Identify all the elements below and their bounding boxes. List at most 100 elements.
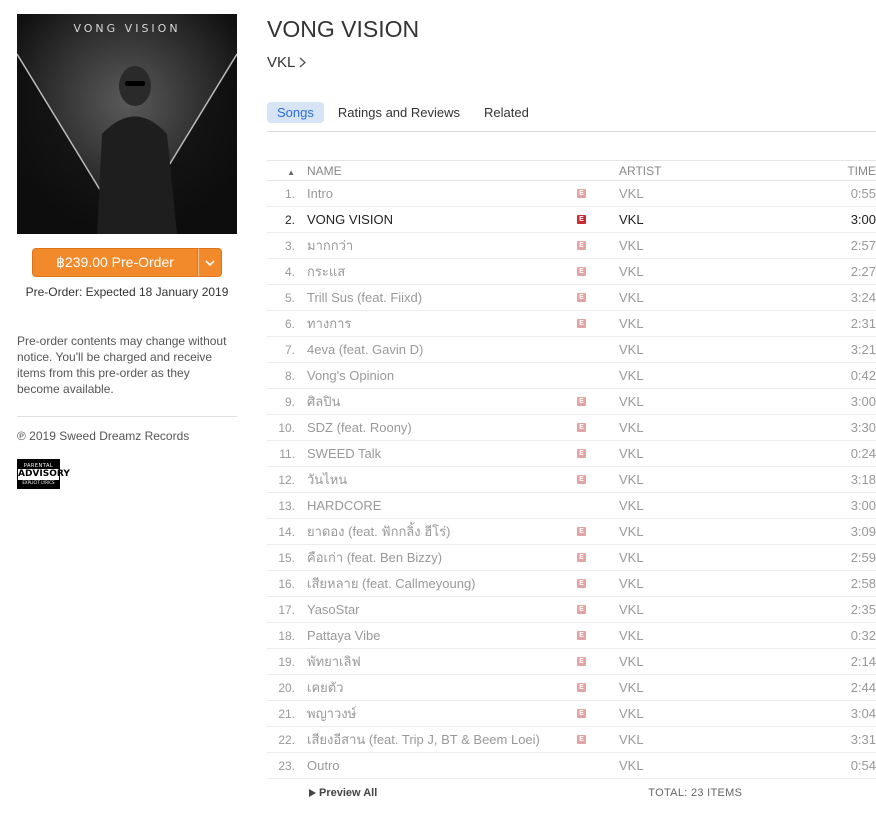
track-name[interactable]: Pattaya Vibe <box>307 628 577 643</box>
track-name[interactable]: HARDCORE <box>307 498 577 513</box>
track-row[interactable]: 20. เคยตัว E VKL 2:44 <box>267 675 876 701</box>
track-row[interactable]: 23. Outro VKL 0:54 <box>267 753 876 779</box>
track-row[interactable]: 12. วันไหน E VKL 3:18 <box>267 467 876 493</box>
track-artist[interactable]: VKL <box>619 498 819 513</box>
track-artist[interactable]: VKL <box>619 394 819 409</box>
track-name[interactable]: VONG VISION <box>307 212 577 227</box>
track-name[interactable]: คือเก่า (feat. Ben Bizzy) <box>307 547 577 568</box>
track-row[interactable]: 1. Intro E VKL 0:55 <box>267 181 876 207</box>
track-name[interactable]: วันไหน <box>307 469 577 490</box>
track-row[interactable]: 11. SWEED Talk E VKL 0:24 <box>267 441 876 467</box>
explicit-cell: E <box>577 631 619 640</box>
tab-songs[interactable]: Songs <box>267 102 324 123</box>
track-name[interactable]: SDZ (feat. Roony) <box>307 420 577 435</box>
track-time: 2:27 <box>850 264 876 279</box>
column-header-time[interactable]: TIME <box>819 164 876 178</box>
track-artist[interactable]: VKL <box>619 472 819 487</box>
column-header-artist[interactable]: ARTIST <box>619 164 819 178</box>
track-rows: 1. Intro E VKL 0:55 2. VONG VISION E VKL 3:00 3. มา… <box>267 181 876 779</box>
track-name[interactable]: Vong's Opinion <box>307 368 577 383</box>
track-row[interactable]: 4. กระแส E VKL 2:27 <box>267 259 876 285</box>
track-number: 3. <box>284 238 295 253</box>
track-name[interactable]: มากกว่า <box>307 235 577 256</box>
track-name[interactable]: พัทยาเลิฟ <box>307 651 577 672</box>
track-row[interactable]: 14. ยาดอง (feat. ฟักกลิ้ง ฮีโร่) E VKL 3:09 <box>267 519 876 545</box>
track-artist[interactable]: VKL <box>619 316 819 331</box>
artist-name: VKL <box>267 54 296 71</box>
track-row[interactable]: 5. Trill Sus (feat. Fiixd) E VKL 3:24 <box>267 285 876 311</box>
track-artist[interactable]: VKL <box>619 186 819 201</box>
track-name[interactable]: YasoStar <box>307 602 577 617</box>
column-header-name[interactable]: NAME <box>307 164 577 178</box>
track-time: 3:24 <box>850 290 876 305</box>
tab-related[interactable]: Related <box>474 102 539 123</box>
track-name[interactable]: ศิลปิน <box>307 391 577 412</box>
artist-link[interactable]: VKL <box>267 54 307 71</box>
track-artist[interactable]: VKL <box>619 446 819 461</box>
track-name[interactable]: SWEED Talk <box>307 446 577 461</box>
preorder-button-group: ฿239.00 Pre-Order <box>32 248 222 277</box>
track-artist[interactable]: VKL <box>619 342 819 357</box>
track-artist[interactable]: VKL <box>619 290 819 305</box>
track-row[interactable]: 8. Vong's Opinion VKL 0:42 <box>267 363 876 389</box>
track-number: 19. <box>278 654 295 669</box>
track-artist[interactable]: VKL <box>619 550 819 565</box>
track-row[interactable]: 19. พัทยาเลิฟ E VKL 2:14 <box>267 649 876 675</box>
track-number: 17. <box>278 602 295 617</box>
track-row[interactable]: 22. เสียงอีสาน (feat. Trip J, BT & Beem L… <box>267 727 876 753</box>
preorder-button[interactable]: ฿239.00 Pre-Order <box>32 248 198 277</box>
track-name[interactable]: Intro <box>307 186 577 201</box>
track-artist[interactable]: VKL <box>619 680 819 695</box>
track-artist[interactable]: VKL <box>619 654 819 669</box>
track-artist[interactable]: VKL <box>619 576 819 591</box>
track-number: 8. <box>284 368 295 383</box>
sort-column-header[interactable]: ▲ <box>267 164 307 178</box>
track-artist[interactable]: VKL <box>619 628 819 643</box>
track-name[interactable]: Trill Sus (feat. Fiixd) <box>307 290 577 305</box>
tab-ratings-and-reviews[interactable]: Ratings and Reviews <box>328 102 470 123</box>
track-artist[interactable]: VKL <box>619 524 819 539</box>
preorder-expected-date: Pre-Order: Expected 18 January 2019 <box>25 285 229 299</box>
track-name[interactable]: 4eva (feat. Gavin D) <box>307 342 577 357</box>
track-name[interactable]: กระแส <box>307 261 577 282</box>
advisory-line2: ADVISORY <box>18 469 70 480</box>
track-name[interactable]: ทางการ <box>307 313 577 334</box>
track-row[interactable]: 7. 4eva (feat. Gavin D) VKL 3:21 <box>267 337 876 363</box>
track-list: ▲ NAME ARTIST TIME 1. Intro E VKL 0:55 2. VONG… <box>267 160 876 779</box>
track-artist[interactable]: VKL <box>619 758 819 773</box>
track-artist[interactable]: VKL <box>619 732 819 747</box>
track-name[interactable]: Outro <box>307 758 577 773</box>
track-artist[interactable]: VKL <box>619 212 819 227</box>
track-artist[interactable]: VKL <box>619 602 819 617</box>
track-name[interactable]: ยาดอง (feat. ฟักกลิ้ง ฮีโร่) <box>307 521 577 542</box>
track-name[interactable]: เสียงอีสาน (feat. Trip J, BT & Beem Loei… <box>307 729 577 750</box>
track-row[interactable]: 6. ทางการ E VKL 2:31 <box>267 311 876 337</box>
track-artist[interactable]: VKL <box>619 264 819 279</box>
track-row[interactable]: 21. พญาวงษ์ E VKL 3:04 <box>267 701 876 727</box>
track-number: 2. <box>284 212 295 227</box>
track-row[interactable]: 2. VONG VISION E VKL 3:00 <box>267 207 876 233</box>
explicit-cell: E <box>577 423 619 432</box>
track-row[interactable]: 16. เสียหลาย (feat. Callmeyoung) E VKL 2:58 <box>267 571 876 597</box>
track-row[interactable]: 10. SDZ (feat. Roony) E VKL 3:30 <box>267 415 876 441</box>
preview-all-button[interactable]: Preview All <box>309 787 377 799</box>
track-row[interactable]: 3. มากกว่า E VKL 2:57 <box>267 233 876 259</box>
track-artist[interactable]: VKL <box>619 368 819 383</box>
album-artwork[interactable]: VONG VISION <box>17 14 237 234</box>
track-row[interactable]: 17. YasoStar E VKL 2:35 <box>267 597 876 623</box>
track-row[interactable]: 13. HARDCORE VKL 3:00 <box>267 493 876 519</box>
preorder-options-button[interactable] <box>198 248 222 277</box>
track-name[interactable]: พญาวงษ์ <box>307 703 577 724</box>
track-artist[interactable]: VKL <box>619 238 819 253</box>
track-name[interactable]: เสียหลาย (feat. Callmeyoung) <box>307 573 577 594</box>
track-row[interactable]: 15. คือเก่า (feat. Ben Bizzy) E VKL 2:59 <box>267 545 876 571</box>
track-row[interactable]: 9. ศิลปิน E VKL 3:00 <box>267 389 876 415</box>
track-row[interactable]: 18. Pattaya Vibe E VKL 0:32 <box>267 623 876 649</box>
track-artist[interactable]: VKL <box>619 706 819 721</box>
track-name[interactable]: เคยตัว <box>307 677 577 698</box>
track-artist[interactable]: VKL <box>619 420 819 435</box>
explicit-badge-icon: E <box>577 657 586 666</box>
track-time: 2:31 <box>850 316 876 331</box>
explicit-cell: E <box>577 475 619 484</box>
album-main: VONG VISION VKL Songs Ratings and Review… <box>267 14 876 799</box>
